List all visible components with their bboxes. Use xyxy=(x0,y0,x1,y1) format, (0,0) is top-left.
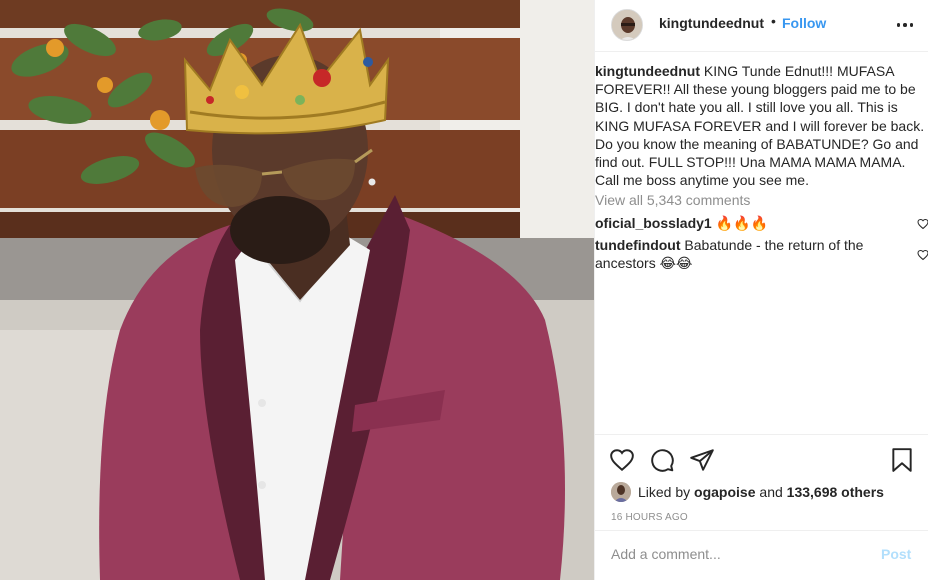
comment-text: 🔥🔥🔥 xyxy=(715,215,768,231)
caption-text: KING Tunde Ednut!!! MUFASA FOREVER!! All… xyxy=(595,63,925,189)
like-heart-icon[interactable] xyxy=(609,447,635,473)
likes-text: Liked by ogapoise and 133,698 others xyxy=(638,484,884,500)
likes-summary: Liked by ogapoise and 133,698 others xyxy=(611,480,921,502)
author-avatar[interactable] xyxy=(611,9,643,41)
separator-dot: • xyxy=(771,13,776,29)
comment-like-heart-icon[interactable] xyxy=(917,218,928,230)
share-paper-plane-icon[interactable] xyxy=(689,447,715,473)
likes-prefix: Liked by xyxy=(638,484,691,500)
add-comment-bar: Post xyxy=(595,530,928,580)
post-action-bar xyxy=(595,434,928,480)
save-bookmark-icon[interactable] xyxy=(889,447,915,473)
liker-avatar-image xyxy=(611,482,631,502)
post-caption: kingtundeednut KING Tunde Ednut!!! MUFAS… xyxy=(595,62,925,189)
liker-avatar[interactable] xyxy=(611,482,631,502)
post-header: kingtundeednut • Follow xyxy=(595,0,928,52)
comment-input[interactable] xyxy=(611,544,861,564)
post-photo[interactable] xyxy=(0,0,594,580)
post-timestamp[interactable]: 16 HOURS AGO xyxy=(611,512,688,523)
liker-username[interactable]: ogapoise xyxy=(694,484,755,500)
comment-username[interactable]: tundefindout xyxy=(595,237,681,253)
comment-item: oficial_bosslady1 🔥🔥🔥 xyxy=(595,214,911,232)
comment-like-heart-icon[interactable] xyxy=(917,249,928,261)
author-username[interactable]: kingtundeednut xyxy=(659,15,764,31)
follow-button[interactable]: Follow xyxy=(782,15,826,31)
comments-section: kingtundeednut KING Tunde Ednut!!! MUFAS… xyxy=(595,52,928,434)
comment-bubble-icon[interactable] xyxy=(649,447,675,473)
author-avatar-image xyxy=(612,10,642,40)
more-options-icon[interactable] xyxy=(895,17,915,33)
caption-username[interactable]: kingtundeednut xyxy=(595,63,700,79)
view-all-comments-link[interactable]: View all 5,343 comments xyxy=(595,192,750,208)
post-photo-illustration xyxy=(0,0,594,580)
post-side-panel: kingtundeednut • Follow kingtundeednut K… xyxy=(594,0,928,580)
comment-item: tundefindout Babatunde - the return of t… xyxy=(595,236,895,272)
comment-username[interactable]: oficial_bosslady1 xyxy=(595,215,712,231)
likes-count[interactable]: 133,698 others xyxy=(787,484,884,500)
post-comment-button[interactable]: Post xyxy=(881,546,911,562)
likes-and: and xyxy=(759,484,783,500)
